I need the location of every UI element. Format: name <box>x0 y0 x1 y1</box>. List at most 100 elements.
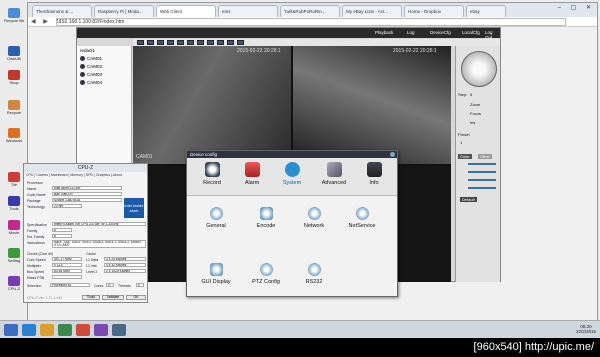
tree-cam-3[interactable]: CAM03 <box>87 72 102 77</box>
desktop-icon-recycle[interactable]: Recycle Bin <box>4 8 24 26</box>
clocks-group: Clocks (Core #0) <box>27 252 54 256</box>
layout-9-icon[interactable] <box>157 40 164 45</box>
cpuz-tab-graphics[interactable]: Graphics <box>96 173 110 177</box>
zoom-label[interactable]: Zoom <box>470 102 480 107</box>
netservice-button[interactable]: NetService <box>339 207 385 233</box>
network-button[interactable]: Network <box>291 207 337 233</box>
tree-cam-2[interactable]: CAM02 <box>87 64 102 69</box>
encode-button[interactable]: Encode <box>243 207 289 233</box>
snapshot-icon[interactable] <box>187 40 194 45</box>
cpuz-tab-about[interactable]: About <box>113 173 122 177</box>
timestamp-2: 2015-02-22 20:28:1 <box>393 48 437 54</box>
preset-value[interactable]: 1 <box>460 140 462 145</box>
cpuz-tab-mainboard[interactable]: Mainboard <box>51 173 68 177</box>
layout-1-icon[interactable] <box>137 40 144 45</box>
desktop-icon-tile[interactable]: Tile <box>4 172 24 190</box>
layout-16-icon[interactable] <box>167 40 174 45</box>
stop-icon[interactable] <box>227 40 234 45</box>
layout-4-icon[interactable] <box>147 40 154 45</box>
cpuz-tab-spd[interactable]: SPD <box>86 173 93 177</box>
desktop-icon-recycle2[interactable]: Recycle <box>4 100 24 118</box>
tab-4[interactable]: Tuilt&RubPoRuRtn... <box>280 5 340 17</box>
brightness-slider[interactable] <box>468 163 496 165</box>
video-pane-2[interactable]: 2015-02-22 20:28:1 <box>293 46 451 164</box>
alarm-button[interactable]: Alarm <box>233 161 271 193</box>
other-tab[interactable]: Other <box>478 154 493 159</box>
selection-select[interactable]: Processor #1 <box>50 283 90 287</box>
advanced-button[interactable]: Advanced <box>315 161 353 193</box>
cpuz-tab-cpu[interactable]: CPU <box>26 173 33 177</box>
desktop-icon-disk[interactable]: DiskUtil <box>4 46 24 64</box>
contrast-slider[interactable] <box>468 171 496 173</box>
validate-button[interactable]: Validate <box>102 295 124 300</box>
cpuz-task-icon[interactable] <box>112 324 126 336</box>
tab-1[interactable]: Raspberry Pi | Moda... <box>94 5 154 17</box>
ptz-config-label: PTZ Config <box>252 279 280 285</box>
settings-icon[interactable] <box>237 40 244 45</box>
ptz-config-button[interactable]: PTZ Config <box>243 263 289 289</box>
tree-cam-1[interactable]: CAM01 <box>87 56 102 61</box>
default-button[interactable]: Default <box>460 197 477 202</box>
talk-icon[interactable] <box>207 40 214 45</box>
clock-date: 22/2/2015 <box>575 329 596 334</box>
info-button[interactable]: Info <box>355 161 393 193</box>
ptz-dial-icon[interactable] <box>461 51 497 87</box>
extfamily-label: Ext. Family <box>27 235 45 239</box>
hue-slider[interactable] <box>468 187 496 189</box>
rs232-label: RS232 <box>305 279 323 285</box>
ok-button[interactable]: OK <box>126 295 146 300</box>
desktop-icon-tools[interactable]: Tools <box>4 196 24 214</box>
explorer-icon[interactable] <box>40 324 54 336</box>
app-icon[interactable] <box>94 324 108 336</box>
video-pane-1[interactable]: 2015-02-22 20:28:1 CAM01 <box>133 46 291 164</box>
audio-icon[interactable] <box>217 40 224 45</box>
log-link[interactable]: Log <box>407 30 415 35</box>
tree-root[interactable]: redact1 <box>80 48 95 53</box>
start-icon[interactable] <box>4 324 18 336</box>
close-icon[interactable] <box>390 152 395 157</box>
desktop-icon-movie[interactable]: Movie <box>4 220 24 238</box>
tab-6[interactable]: Home - Dropbox <box>404 5 464 17</box>
instructions-label: Instructions <box>27 241 45 245</box>
saturation-slider[interactable] <box>468 179 496 181</box>
desktop-icon-shop[interactable]: Shop <box>4 70 24 88</box>
cpuz-tab-caches[interactable]: Caches <box>36 173 48 177</box>
color-tab[interactable]: Color <box>458 154 472 159</box>
fullscreen-icon[interactable] <box>177 40 184 45</box>
rs232-button[interactable]: RS232 <box>291 263 337 289</box>
clock[interactable]: 05:20 22/2/2015 <box>576 324 596 334</box>
record-button[interactable]: Record <box>193 161 231 193</box>
multiplier-value: x 11.0 <box>52 263 82 267</box>
tab-7[interactable]: ebay <box>466 5 506 17</box>
netservice-label: NetService <box>348 223 376 229</box>
desktop-icon-windows[interactable]: Windows <box>4 128 24 146</box>
iris-label[interactable]: Iris <box>470 120 475 125</box>
tab-0[interactable]: TheShannons & ... <box>32 5 92 17</box>
playback-link[interactable]: Playback <box>375 30 393 35</box>
localcfg-link[interactable]: LocalCfg <box>462 30 480 35</box>
window-controls[interactable]: – ▢ ✕ <box>558 4 595 11</box>
system-button[interactable]: System <box>273 161 311 193</box>
gui-display-button[interactable]: GUI Display <box>193 263 239 289</box>
threads-value: 4 <box>136 283 144 287</box>
ratedfsb-label: Rated FSB <box>27 276 45 280</box>
desktop-icon-cpuz[interactable]: CPU-Z <box>4 276 24 294</box>
family-value: 6 <box>52 228 72 232</box>
tab-5[interactable]: My eBay Lists - Act... <box>342 5 402 17</box>
intel-logo: intel inside atom <box>124 198 144 218</box>
url-input[interactable]: 192.168.1.100:82/Fmdex.htm <box>56 18 566 26</box>
general-button[interactable]: General <box>193 207 239 233</box>
desktop-icon-setting[interactable]: Setting <box>4 248 24 266</box>
chrome-icon[interactable] <box>76 324 90 336</box>
store-icon[interactable] <box>58 324 72 336</box>
record-icon[interactable] <box>197 40 204 45</box>
tools-button[interactable]: Tools <box>82 295 100 300</box>
devicecfg-link[interactable]: DeviceCfg <box>430 30 451 35</box>
step-value[interactable]: 5 <box>470 92 472 97</box>
tab-3[interactable]: ems <box>218 5 278 17</box>
cpuz-tab-memory[interactable]: Memory <box>70 173 83 177</box>
ie-icon[interactable] <box>22 324 36 336</box>
tree-cam-4[interactable]: CAM04 <box>87 80 102 85</box>
tab-web-client[interactable]: Web Client <box>156 5 216 17</box>
focus-label[interactable]: Focus <box>470 111 481 116</box>
